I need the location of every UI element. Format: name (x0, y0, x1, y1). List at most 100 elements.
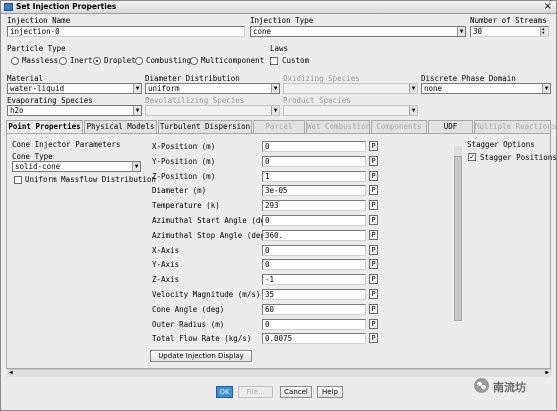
tab-components: Components (371, 120, 427, 133)
chevron-down-icon: ▼ (409, 84, 417, 93)
radio-combusting[interactable] (135, 57, 143, 65)
cone-type-dropdown[interactable]: solid-cone ▼ (12, 161, 141, 172)
cancel-button[interactable]: Cancel (280, 386, 312, 398)
stagger-positions-checkbox[interactable]: ✓ (468, 153, 476, 161)
parameter-p-button[interactable]: P (369, 259, 378, 269)
radio-multicomponent[interactable] (190, 57, 198, 65)
param-input[interactable]: 3e-05 (262, 185, 366, 196)
tab-physical-models[interactable]: Physical Models (84, 120, 157, 133)
title-bar: Set Injection Properties × (1, 1, 556, 14)
param-input[interactable]: 60 (262, 304, 366, 315)
radio-droplet[interactable] (93, 57, 101, 65)
param-label: Temperature (k) (152, 201, 220, 210)
close-icon[interactable]: × (544, 1, 552, 12)
param-label: X-Position (m) (152, 142, 216, 151)
chevron-down-icon: ▼ (409, 106, 417, 115)
param-label: Z-Position (m) (152, 172, 216, 181)
parameter-p-button[interactable]: P (369, 185, 378, 195)
scrollbar-thumb[interactable] (454, 156, 462, 321)
injection-name-input[interactable]: injection-0 (7, 26, 245, 37)
devolatilizing-species-dropdown: ▼ (145, 105, 280, 116)
param-input[interactable]: 1 (262, 171, 366, 182)
injection-name-label: Injection Name (7, 16, 71, 25)
number-of-streams-value: 30 (473, 27, 483, 36)
parameter-p-button[interactable]: P (369, 304, 378, 314)
parameter-p-button[interactable]: P (369, 333, 378, 343)
oxidizing-species-dropdown: ▼ (283, 83, 418, 94)
param-input[interactable]: 0 (262, 156, 366, 167)
custom-laws-checkbox[interactable] (270, 57, 278, 65)
tab-point-properties[interactable]: Point Properties (6, 120, 83, 134)
parameter-p-button[interactable]: P (369, 215, 378, 225)
horizontal-scrollbar[interactable]: ◀ ▶ (7, 369, 551, 377)
injection-type-dropdown[interactable]: cone ▼ (250, 26, 466, 37)
window-title: Set Injection Properties (16, 2, 117, 11)
parameter-p-button[interactable]: P (369, 289, 378, 299)
update-injection-display-button[interactable]: Update Injection Display (150, 350, 252, 362)
watermark: 南流坊 (474, 378, 554, 394)
parameter-p-button[interactable]: P (369, 156, 378, 166)
ok-button[interactable]: OK (216, 386, 233, 398)
chevron-down-icon: ▼ (133, 84, 141, 93)
scroll-left-icon[interactable]: ◀ (9, 369, 13, 376)
parameter-p-button[interactable]: P (369, 319, 378, 329)
diameter-distribution-label: Diameter Distribution (145, 74, 240, 83)
radio-droplet-label: Droplet (104, 56, 136, 65)
parameter-p-button[interactable]: P (369, 171, 378, 181)
injection-properties-dialog: Set Injection Properties × Injection Nam… (0, 0, 557, 411)
uniform-massflow-checkbox[interactable] (14, 176, 22, 184)
param-input[interactable]: 0 (262, 259, 366, 270)
devolatilizing-species-label: Devolatilizing Species (145, 96, 245, 105)
tab-bar: Point Properties Physical Models Turbule… (6, 120, 556, 134)
parameter-p-button[interactable]: P (369, 274, 378, 284)
tab-turbulent-dispersion[interactable]: Turbulent Dispersion (158, 120, 252, 133)
param-label: Cone Angle (deg) (152, 305, 225, 314)
param-label: Outer Radius (m) (152, 320, 225, 329)
param-input[interactable]: 0.0075 (262, 333, 366, 344)
radio-inert[interactable] (59, 57, 67, 65)
evaporating-species-dropdown[interactable]: h2o ▼ (7, 105, 142, 116)
param-input[interactable]: 35 (262, 289, 366, 300)
discrete-phase-domain-dropdown[interactable]: none ▼ (421, 83, 551, 94)
param-label: Y-Position (m) (152, 157, 216, 166)
radio-massless[interactable] (11, 57, 19, 65)
tab-udf[interactable]: UDF (428, 120, 473, 133)
discrete-phase-domain-value: none (424, 84, 443, 93)
param-input[interactable]: 0 (262, 141, 366, 152)
parameter-p-button[interactable]: P (369, 200, 378, 210)
param-input[interactable]: 0 (262, 245, 366, 256)
param-label: Azimuthal Stop Angle (deg) (152, 231, 270, 240)
stepper-icon[interactable]: ▲ ▼ (540, 27, 548, 36)
evaporating-species-label: Evaporating Species (7, 96, 93, 105)
tab-parcel: Parcel (253, 120, 305, 133)
param-input[interactable]: 360. (262, 230, 366, 241)
stagger-options-heading: Stagger Options (467, 140, 535, 149)
product-species-dropdown: ▼ (283, 105, 418, 116)
material-dropdown[interactable]: water-liquid ▼ (7, 83, 142, 94)
parameter-p-button[interactable]: P (369, 230, 378, 240)
oxidizing-species-label: Oxidizing Species (283, 74, 360, 83)
param-input[interactable]: 0 (262, 319, 366, 330)
cone-type-label: Cone Type (12, 152, 53, 161)
material-label: Material (7, 74, 44, 83)
parameter-p-button[interactable]: P (369, 141, 378, 151)
material-value: water-liquid (10, 84, 65, 93)
cone-injector-heading: Cone Injector Parameters (12, 140, 121, 149)
param-input[interactable]: 293 (262, 200, 366, 211)
param-input[interactable]: 0 (262, 215, 366, 226)
laws-label: Laws (270, 44, 289, 53)
number-of-streams-input[interactable]: 30 ▲ ▼ (470, 26, 549, 37)
param-label: Z-Axis (152, 275, 180, 284)
chevron-down-icon: ▼ (542, 84, 550, 93)
param-label: Total Flow Rate (kg/s) (152, 334, 252, 343)
help-button[interactable]: Help (317, 386, 343, 398)
parameter-scrollbar[interactable] (454, 146, 462, 321)
tab-wet-combustion: Wet Combustion (306, 120, 371, 133)
particle-type-label: Particle Type (7, 44, 66, 53)
injection-type-value: cone (253, 27, 272, 36)
evaporating-species-value: h2o (10, 106, 24, 115)
parameter-p-button[interactable]: P (369, 245, 378, 255)
scroll-right-icon[interactable]: ▶ (545, 369, 549, 376)
param-input[interactable]: -1 (262, 274, 366, 285)
diameter-distribution-dropdown[interactable]: uniform ▼ (145, 83, 280, 94)
